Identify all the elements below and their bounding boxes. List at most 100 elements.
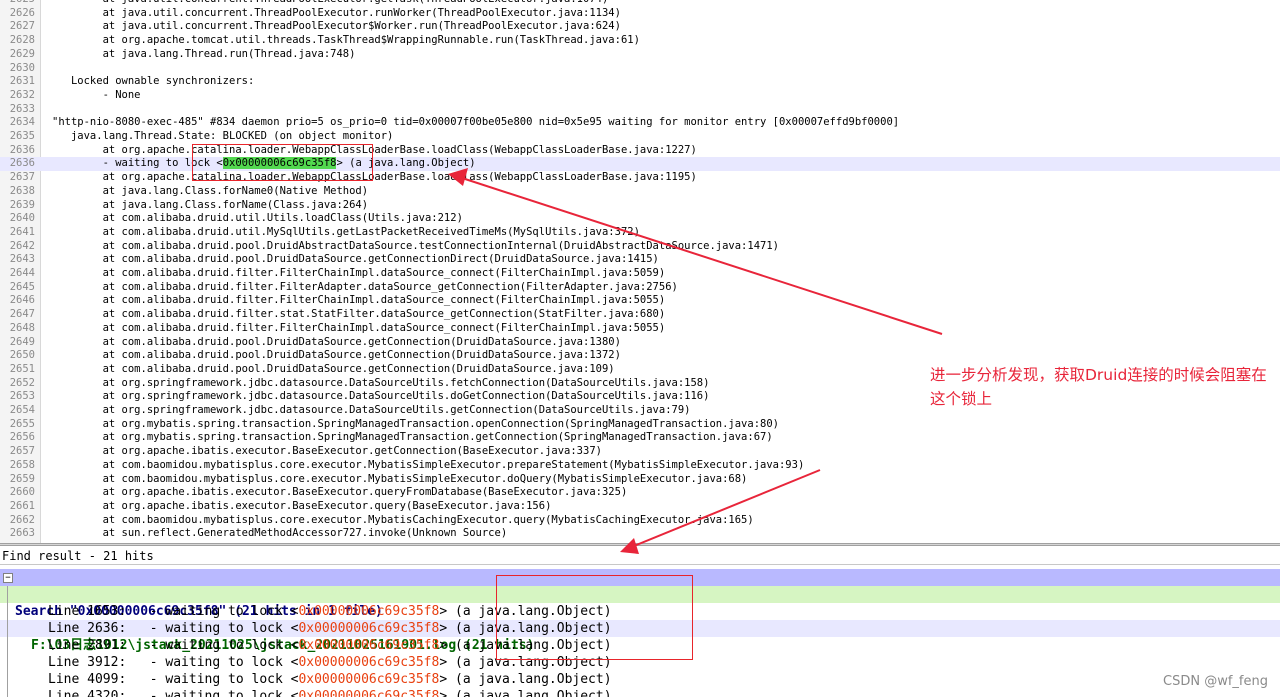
line-number: 2645	[9, 280, 35, 293]
line-number: 2654	[9, 404, 35, 416]
line-number: 2632	[9, 88, 35, 101]
result-prefix: Line 2636: - waiting to lock <	[48, 621, 299, 636]
code-line: 2660 at org.apache.ibatis.executor.BaseE…	[0, 486, 1280, 500]
code-text: at java.util.concurrent.ThreadPoolExecut…	[52, 20, 621, 33]
line-number: 2656	[9, 431, 35, 444]
code-line: 2627 at java.util.concurrent.ThreadPoolE…	[0, 20, 1280, 34]
line-number: 2655	[9, 417, 35, 430]
line-number: 2650	[9, 349, 35, 362]
panel-splitter[interactable]	[0, 543, 1280, 546]
line-number: 2633	[9, 102, 35, 115]
code-line: 2634 "http-nio-8080-exec-485" #834 daemon…	[0, 116, 1280, 130]
code-text: at org.apache.catalina.loader.WebappClas…	[52, 143, 697, 156]
line-number: 2646	[9, 294, 35, 307]
highlight-box-results	[496, 575, 693, 660]
code-text: at com.alibaba.druid.util.MySqlUtils.get…	[52, 225, 640, 238]
line-number: 2653	[9, 390, 35, 403]
code-line: 2658 at com.baomidou.mybatisplus.core.ex…	[0, 459, 1280, 473]
line-number: 2638	[9, 184, 35, 197]
code-text: at java.lang.Thread.run(Thread.java:748)	[52, 47, 356, 60]
code-line: 2640 at com.alibaba.druid.util.Utils.loa…	[0, 212, 1280, 226]
code-text: at org.apache.ibatis.executor.BaseExecut…	[52, 445, 602, 458]
code-text: java.lang.Thread.State: BLOCKED (on obje…	[52, 130, 394, 142]
code-line: 2641 at com.alibaba.druid.util.MySqlUtil…	[0, 226, 1280, 240]
highlight-box-editor	[192, 144, 373, 181]
tree-line	[7, 586, 8, 603]
line-number: 2651	[9, 362, 35, 375]
code-text: at com.alibaba.druid.pool.DruidAbstractD…	[52, 239, 779, 252]
code-line: 2647 at com.alibaba.druid.filter.stat.St…	[0, 308, 1280, 322]
result-address: 0x00000006c69c35f8	[298, 655, 440, 670]
result-text: Line 4320: - waiting to lock <0x00000006…	[48, 688, 612, 697]
code-text: at org.springframework.jdbc.datasource.D…	[52, 390, 710, 403]
line-number: 2647	[9, 308, 35, 321]
result-address: 0x00000006c69c35f8	[298, 638, 440, 653]
line-number: 2657	[9, 445, 35, 458]
code-text: at com.alibaba.druid.filter.FilterChainI…	[52, 321, 666, 334]
code-line: 2626 at java.util.concurrent.ThreadPoolE…	[0, 7, 1280, 21]
result-suffix: > (a java.lang.Object)	[439, 689, 612, 697]
code-line: 2656 at org.mybatis.spring.transaction.S…	[0, 431, 1280, 445]
code-line: 2645 at com.alibaba.druid.filter.FilterA…	[0, 281, 1280, 295]
tree-line	[7, 620, 8, 637]
line-number: 2636	[9, 157, 35, 170]
code-line: 2639 at java.lang.Class.forName(Class.ja…	[0, 199, 1280, 213]
code-text: at java.util.concurrent.ThreadPoolExecut…	[52, 0, 609, 7]
line-number: 2640	[9, 212, 35, 225]
code-text: at com.alibaba.druid.pool.DruidDataSourc…	[52, 362, 615, 375]
code-text: at org.apache.tomcat.util.threads.TaskTh…	[52, 34, 640, 47]
code-text: at org.apache.ibatis.executor.BaseExecut…	[52, 486, 628, 499]
result-prefix: Line 4099: - waiting to lock <	[48, 672, 299, 687]
code-line: 2655 at org.mybatis.spring.transaction.S…	[0, 418, 1280, 432]
code-text: at java.lang.Class.forName0(Native Metho…	[52, 184, 369, 197]
code-line: 2649 at com.alibaba.druid.pool.DruidData…	[0, 336, 1280, 350]
line-number: 2630	[9, 61, 35, 74]
annotation-text: 进一步分析发现，获取Druid连接的时候会阻塞在这个锁上	[930, 366, 1267, 408]
line-number: 2661	[9, 499, 35, 512]
line-number: 2637	[9, 171, 35, 184]
code-line: 2631 Locked ownable synchronizers:	[0, 75, 1280, 89]
result-row[interactable]: Line 4320: - waiting to lock <0x00000006…	[0, 688, 1280, 697]
code-text: at sun.reflect.GeneratedMethodAccessor72…	[52, 527, 508, 540]
line-number: 2626	[9, 6, 35, 19]
code-line: 2630	[0, 62, 1280, 76]
code-text: at com.alibaba.druid.filter.FilterChainI…	[52, 267, 666, 279]
code-line: 2642 at com.alibaba.druid.pool.DruidAbst…	[0, 240, 1280, 254]
line-number: 2639	[9, 198, 35, 211]
code-line: 2648 at com.alibaba.druid.filter.FilterC…	[0, 322, 1280, 336]
code-line: 2629 at java.lang.Thread.run(Thread.java…	[0, 48, 1280, 62]
code-line: 2646 at com.alibaba.druid.filter.FilterC…	[0, 294, 1280, 308]
tree-line	[7, 688, 8, 697]
line-number: 2643	[9, 253, 35, 266]
line-number: 2628	[9, 34, 35, 47]
code-line: 2659 at com.baomidou.mybatisplus.core.ex…	[0, 473, 1280, 487]
code-text: at org.springframework.jdbc.datasource.D…	[52, 404, 691, 416]
line-number: 2662	[9, 513, 35, 526]
result-prefix: Line 2891: - waiting to lock <	[48, 638, 299, 653]
find-result-title: Find result - 21 hits	[0, 547, 1280, 565]
code-text: at org.mybatis.spring.transaction.Spring…	[52, 431, 773, 444]
code-line: 2644 at com.alibaba.druid.filter.FilterC…	[0, 267, 1280, 281]
result-text: Line 4099: - waiting to lock <0x00000006…	[48, 671, 612, 688]
code-line: 2628 at org.apache.tomcat.util.threads.T…	[0, 34, 1280, 48]
code-text: at com.baomidou.mybatisplus.core.executo…	[52, 513, 754, 526]
code-text: at com.baomidou.mybatisplus.core.executo…	[52, 472, 748, 485]
result-address: 0x00000006c69c35f8	[298, 604, 440, 619]
code-line: 2661 at org.apache.ibatis.executor.BaseE…	[0, 500, 1280, 514]
line-number: 2625	[0, 0, 35, 7]
line-number: 2631	[9, 75, 35, 88]
line-number: 2629	[9, 47, 35, 60]
code-text: at org.springframework.jdbc.datasource.D…	[52, 376, 710, 389]
line-number: 2627	[9, 20, 35, 33]
code-line: 2650 at com.alibaba.druid.pool.DruidData…	[0, 349, 1280, 363]
line-number: 2658	[9, 458, 35, 471]
code-text: at org.apache.ibatis.executor.BaseExecut…	[52, 499, 552, 512]
code-editor[interactable]: 2625 at java.util.concurrent.ThreadPoolE…	[0, 0, 1280, 543]
result-row[interactable]: Line 4099: - waiting to lock <0x00000006…	[0, 671, 1280, 688]
collapse-toggle-icon[interactable]: −	[3, 573, 13, 583]
code-text: - None	[52, 88, 141, 101]
result-address: 0x00000006c69c35f8	[298, 672, 440, 687]
code-text: at com.alibaba.druid.filter.FilterAdapte…	[52, 280, 678, 293]
code-text: Locked ownable synchronizers:	[52, 75, 255, 88]
line-number: 2636	[9, 143, 35, 156]
